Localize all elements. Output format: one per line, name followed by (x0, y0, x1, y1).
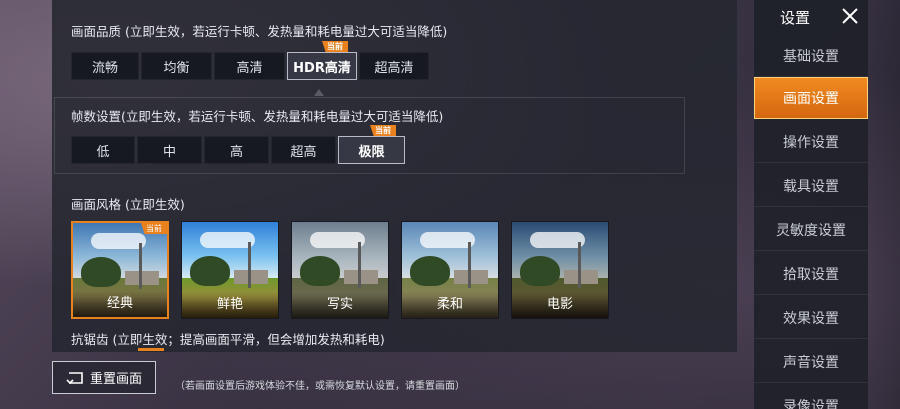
fps-options: 低 中 高 超高 当前 极限 (71, 125, 407, 164)
fps-option-ultra[interactable]: 超高 (271, 136, 336, 164)
nav-basic[interactable]: 基础设置 (754, 35, 868, 77)
fps-option-label: 极限 (358, 144, 385, 160)
style-label: 鲜艳 (182, 292, 278, 318)
thumb-cloud (200, 232, 255, 248)
reset-icon (66, 371, 83, 384)
nav-sensitivity[interactable]: 灵敏度设置 (754, 209, 868, 251)
fps-option-low[interactable]: 低 (71, 136, 135, 164)
nav-pickup[interactable]: 拾取设置 (754, 253, 868, 295)
thumb-house (234, 270, 268, 284)
current-badge: 当前 (141, 223, 167, 234)
sidebar-header: 设置 (754, 0, 868, 34)
right-edge (868, 0, 900, 409)
quality-title: 画面品质 (立即生效，若运行卡顿、发热量和耗电量过大可适当降低) (71, 24, 448, 39)
nav-controls[interactable]: 操作设置 (754, 121, 868, 163)
thumb-tower (468, 242, 471, 288)
reset-hint: （若画面设置后游戏体验不佳，或需恢复默认设置，请重置画面） (175, 381, 465, 392)
thumb-tree (300, 256, 340, 286)
quality-option-balanced[interactable]: 均衡 (141, 52, 212, 80)
reset-button[interactable]: 重置画面 (52, 361, 156, 394)
style-label: 经典 (73, 291, 167, 317)
thumb-tower (358, 242, 361, 288)
style-cinematic[interactable]: 电影 (511, 221, 609, 319)
fps-option-high[interactable]: 高 (204, 136, 269, 164)
fps-option-extreme[interactable]: 当前 极限 (338, 125, 405, 164)
thumb-tree (190, 256, 230, 286)
quality-option-label: 超高清 (374, 60, 414, 76)
nav-replay[interactable]: 录像设置 (754, 385, 868, 409)
style-thumbnails: 当前 经典 鲜艳 写实 柔和 电影 (71, 221, 621, 319)
quality-option-ultra[interactable]: 超高清 (359, 52, 429, 80)
quality-option-label: 高清 (236, 60, 263, 76)
nav-graphics[interactable]: 画面设置 (754, 77, 868, 119)
style-soft[interactable]: 柔和 (401, 221, 499, 319)
submenu-caret (314, 89, 324, 96)
current-badge: 当前 (322, 41, 348, 52)
quality-option-label: HDR高清 (293, 60, 351, 76)
nav-sound[interactable]: 声音设置 (754, 341, 868, 383)
style-realistic[interactable]: 写实 (291, 221, 389, 319)
style-label: 柔和 (402, 292, 498, 318)
fps-option-label: 中 (162, 144, 176, 160)
fps-option-medium[interactable]: 中 (137, 136, 202, 164)
anti-alias-title: 抗锯齿 (立即生效；提高画面平滑，但会增加发热和耗电) (71, 332, 385, 347)
anti-alias-indicator (138, 348, 164, 351)
thumb-cloud (420, 232, 475, 248)
thumb-tower (578, 242, 581, 288)
thumb-house (125, 271, 159, 285)
style-classic[interactable]: 当前 经典 (71, 221, 169, 319)
quality-option-smooth[interactable]: 流畅 (71, 52, 139, 80)
style-label: 电影 (512, 292, 608, 318)
thumb-tree (81, 257, 121, 287)
style-title: 画面风格 (立即生效) (71, 197, 185, 212)
quality-option-label: 均衡 (163, 60, 190, 76)
thumb-house (344, 270, 378, 284)
thumb-tower (248, 242, 251, 288)
sidebar-title: 设置 (780, 9, 811, 27)
thumb-cloud (530, 232, 585, 248)
nav-effects[interactable]: 效果设置 (754, 297, 868, 339)
nav-vehicle[interactable]: 载具设置 (754, 165, 868, 207)
thumb-tower (139, 243, 142, 289)
thumb-house (564, 270, 598, 284)
thumb-tree (410, 256, 450, 286)
fps-title: 帧数设置(立即生效，若运行卡顿、发热量和耗电量过大可适当降低) (71, 109, 444, 124)
thumb-cloud (91, 233, 146, 249)
thumb-cloud (310, 232, 365, 248)
current-badge: 当前 (370, 125, 396, 136)
quality-option-hd[interactable]: 高清 (214, 52, 285, 80)
settings-sidebar: 设置 基础设置 画面设置 操作设置 载具设置 灵敏度设置 拾取设置 效果设置 声… (754, 0, 868, 409)
fps-option-label: 高 (229, 144, 243, 160)
reset-label: 重置画面 (89, 372, 142, 387)
fps-option-label: 超高 (290, 144, 317, 160)
quality-options: 流畅 均衡 高清 当前 HDR高清 超高清 (71, 41, 431, 80)
fps-option-label: 低 (96, 144, 110, 160)
close-icon[interactable] (840, 6, 860, 26)
thumb-tree (520, 256, 560, 286)
quality-option-hdr[interactable]: 当前 HDR高清 (287, 41, 357, 80)
style-vivid[interactable]: 鲜艳 (181, 221, 279, 319)
quality-option-label: 流畅 (91, 60, 118, 76)
thumb-house (454, 270, 488, 284)
style-label: 写实 (292, 292, 388, 318)
